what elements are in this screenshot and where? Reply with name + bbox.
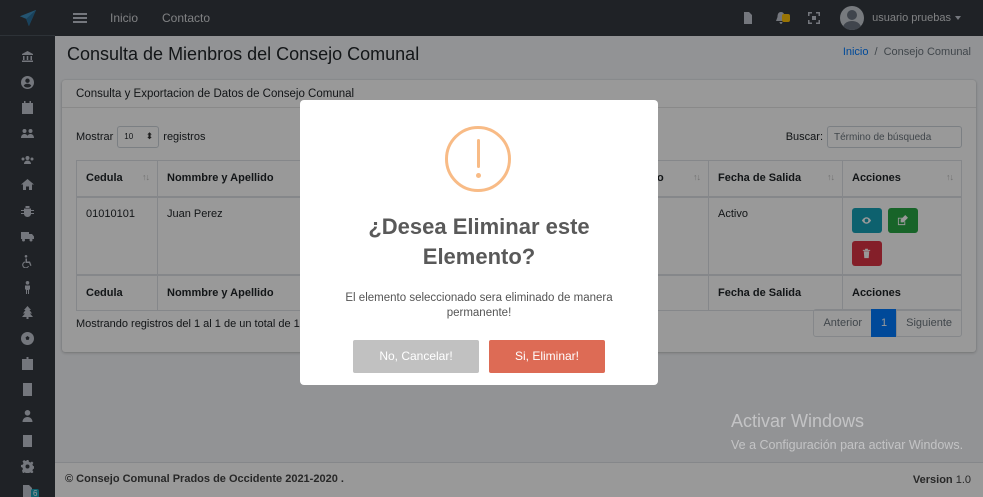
watermark-title: Activar Windows [731,411,865,431]
confirm-delete-button[interactable]: Si, Eliminar! [489,340,605,373]
confirm-dialog: ¿Desea Eliminar este Elemento? El elemen… [300,100,658,385]
dialog-message: El elemento seleccionado sera eliminado … [345,292,613,319]
windows-activation-watermark: Activar Windows Ve a Configuración para … [731,411,971,454]
cancel-button[interactable]: No, Cancelar! [353,340,479,373]
watermark-text: Ve a Configuración para activar Windows. [731,438,964,452]
dialog-title: ¿Desea Eliminar este Elemento? [368,214,590,269]
warning-icon [445,126,511,192]
